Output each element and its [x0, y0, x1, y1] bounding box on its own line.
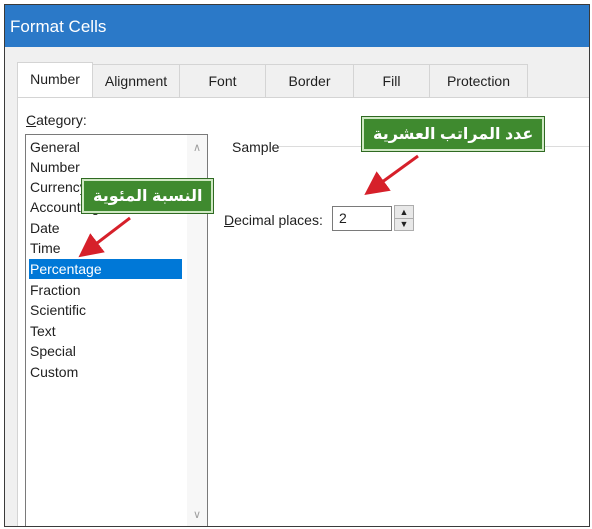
- category-item-percentage[interactable]: Percentage: [29, 259, 182, 279]
- category-item-text[interactable]: Text: [29, 321, 56, 341]
- category-item-fraction[interactable]: Fraction: [29, 280, 81, 300]
- percentage-callout: النسبة المئوية: [82, 179, 214, 213]
- scroll-up-icon[interactable]: ∧: [187, 139, 207, 157]
- tab-fill[interactable]: Fill: [354, 64, 430, 97]
- decimal-places-spinner[interactable]: ▲ ▼: [394, 205, 414, 231]
- category-item-number[interactable]: Number: [29, 157, 80, 177]
- tab-border[interactable]: Border: [266, 64, 354, 97]
- category-item-date[interactable]: Date: [29, 218, 60, 238]
- category-label: Category:: [26, 112, 87, 128]
- tab-protection[interactable]: Protection: [430, 64, 528, 97]
- category-label-rest: ategory:: [36, 112, 87, 128]
- window-title: Format Cells: [10, 17, 107, 36]
- category-item-time[interactable]: Time: [29, 238, 61, 258]
- tab-alignment[interactable]: Alignment: [93, 64, 180, 97]
- decimal-label-accel: D: [224, 212, 235, 228]
- category-item-custom[interactable]: Custom: [29, 362, 78, 382]
- category-item-scientific[interactable]: Scientific: [29, 300, 86, 320]
- category-item-special[interactable]: Special: [29, 341, 76, 361]
- tab-font[interactable]: Font: [180, 64, 266, 97]
- sample-label: Sample: [232, 139, 280, 155]
- category-item-general[interactable]: General: [29, 137, 80, 157]
- tab-number[interactable]: Number: [17, 62, 93, 98]
- category-item-currency[interactable]: Currency: [29, 177, 87, 197]
- decimal-label-rest: ecimal places:: [234, 212, 323, 228]
- spin-down-icon[interactable]: ▼: [395, 218, 413, 230]
- title-bar: Format Cells: [5, 5, 589, 47]
- format-cells-dialog: Format Cells Number Alignment Font Borde…: [4, 4, 590, 527]
- scroll-down-icon[interactable]: ∨: [187, 506, 207, 524]
- decimal-places-input[interactable]: 2: [332, 206, 392, 231]
- number-panel: Category: General Number Currency Accoun…: [17, 97, 589, 526]
- tab-strip: Number Alignment Font Border Fill Protec…: [17, 62, 528, 99]
- decimal-places-callout: عدد المراتب العشرية: [362, 117, 545, 151]
- category-label-accel: C: [26, 112, 37, 128]
- decimal-places-label: Decimal places:: [224, 212, 323, 228]
